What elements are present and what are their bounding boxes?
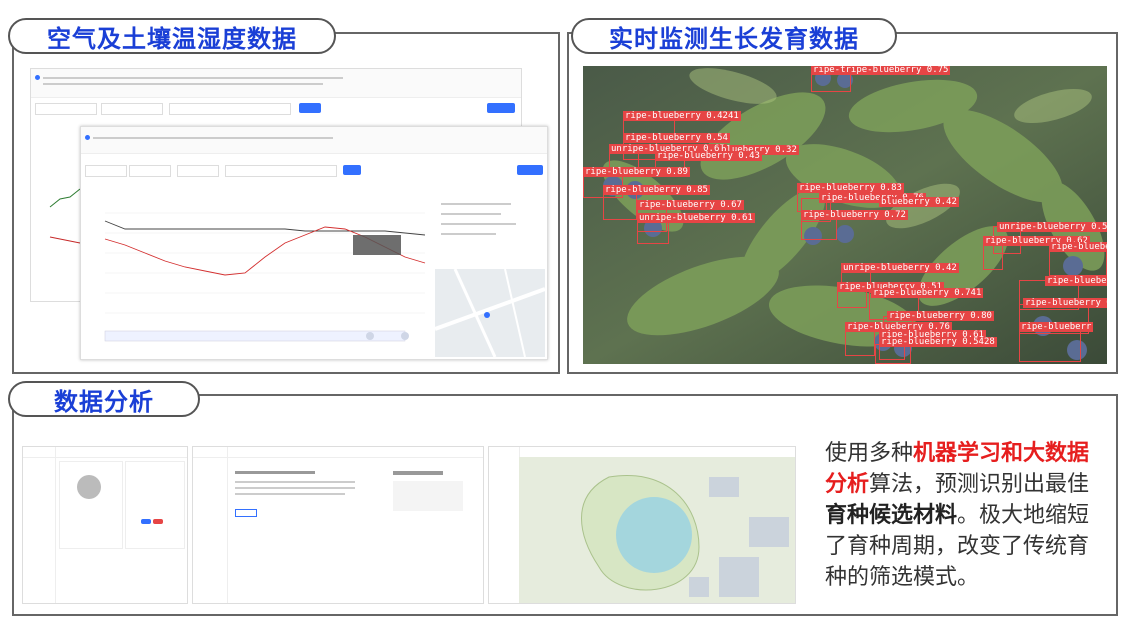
detection-label: ripe-blueberry 0.54	[623, 133, 730, 143]
desc-part-1: 使用多种	[825, 441, 914, 466]
info-icon	[85, 135, 90, 140]
analysis-section-title: 数据分析	[8, 381, 200, 417]
system-intro-screenshot	[192, 446, 484, 604]
detection-label: ripe-blueberry 0.85	[603, 185, 710, 195]
notice-line	[43, 83, 323, 85]
soil-section-title: 空气及土壤温湿度数据	[8, 18, 336, 54]
type-select[interactable]	[129, 165, 171, 177]
side-nav[interactable]	[23, 447, 56, 603]
detection-label: ripe-blueberry 0.67	[637, 200, 744, 210]
detection-label: ripe-tripe-blueberry 0.75	[811, 66, 951, 75]
detection-label: blueberry 0.42	[879, 197, 959, 207]
reset-button[interactable]	[153, 519, 163, 524]
desc-part-2: 算法，预测识别出最佳	[869, 472, 1090, 497]
save-button[interactable]	[141, 519, 151, 524]
desc-highlight-2: 育种候选材料	[825, 503, 958, 528]
notice-line	[93, 137, 333, 139]
chart-area	[85, 183, 431, 353]
sensor-select[interactable]	[177, 165, 219, 177]
realtime-section-title: 实时监测生长发育数据	[571, 18, 897, 54]
query-button[interactable]	[299, 103, 321, 113]
user-profile-screenshot	[22, 446, 188, 604]
notice-bar	[81, 127, 547, 154]
export-button[interactable]	[517, 165, 543, 175]
map-screenshot	[488, 446, 796, 604]
detection-label: ripe-blueberr	[1045, 276, 1107, 286]
blueberry-detection-image: ripe-tripe-blueberry 0.75 ripe-blueberry…	[583, 66, 1107, 364]
analysis-description: 使用多种机器学习和大数据分析算法，预测识别出最佳育种候选材料。极大地缩短了育种周…	[825, 438, 1110, 593]
device-select[interactable]	[85, 165, 127, 177]
query-button[interactable]	[343, 165, 361, 175]
notice-line	[43, 77, 343, 79]
sensor-chart-screenshot	[80, 126, 548, 360]
soil-section-header: 空气及土壤温湿度数据	[8, 18, 336, 54]
detection-label: ripe-blueberry 0.80	[887, 311, 994, 321]
side-nav[interactable]	[193, 447, 228, 603]
detection-label: unripe-blueberry 0.51	[997, 222, 1107, 232]
side-nav[interactable]	[489, 447, 520, 603]
temperature-humidity-chart	[104, 212, 426, 342]
detection-label: ripe-blueberr	[1019, 322, 1094, 332]
field-map[interactable]	[519, 457, 795, 603]
export-button[interactable]	[487, 103, 515, 113]
detection-label: unripe-blueberry 0.61	[637, 213, 755, 223]
date-range-input[interactable]	[225, 165, 337, 177]
avatar	[77, 475, 101, 499]
info-icon	[35, 75, 40, 80]
detection-label: ripe-blueberry 0.4241	[623, 111, 741, 121]
more-button[interactable]	[235, 509, 257, 517]
detection-label: unripe-blueberry 0.42	[841, 263, 959, 273]
detection-label: ripe-blueberry 0.83	[797, 183, 904, 193]
filter-select[interactable]	[35, 103, 97, 115]
mini-chart-svg	[49, 188, 81, 244]
date-range-input[interactable]	[169, 103, 291, 115]
detection-label: ripe-blueberry 0.89	[583, 167, 690, 177]
analysis-section-header: 数据分析	[8, 381, 200, 417]
detection-label: ripe-blueberry 0.741	[871, 288, 984, 298]
filter-select[interactable]	[101, 103, 163, 115]
location-map[interactable]	[434, 268, 546, 358]
realtime-section-header: 实时监测生长发育数据	[571, 18, 897, 54]
detection-label: ripe-blueberr	[1049, 242, 1107, 252]
detection-label: ripe-blueberry 0.87	[1023, 298, 1107, 308]
detection-label: ripe-blueberry 0.72	[801, 210, 908, 220]
detection-label: ripe-blueberry 0.5428	[879, 337, 997, 347]
detection-label: ripe-blueberry 0.43	[655, 151, 762, 161]
right-info-panel	[437, 183, 545, 263]
left-mini-chart	[35, 127, 84, 299]
